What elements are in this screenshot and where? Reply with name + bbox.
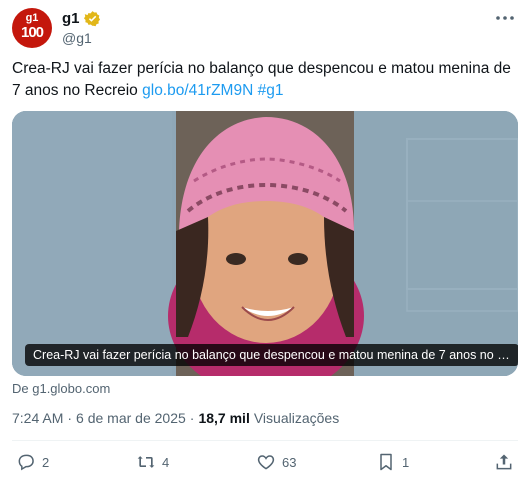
divider bbox=[12, 440, 518, 441]
bookmark-button[interactable]: 1 bbox=[376, 452, 409, 472]
media-caption: Crea-RJ vai fazer perícia no balanço que… bbox=[25, 344, 518, 366]
heart-icon bbox=[257, 455, 275, 470]
tweet-meta: 7:24 AM · 6 de mar de 2025 · 18,7 mil Vi… bbox=[12, 410, 339, 426]
avatar-logo-top: g1 bbox=[25, 12, 39, 24]
repost-count: 4 bbox=[162, 454, 170, 470]
like-button[interactable]: 63 bbox=[256, 452, 296, 472]
tweet-link[interactable]: glo.bo/41rZM9N bbox=[142, 82, 253, 99]
tweet-time[interactable]: 7:24 AM bbox=[12, 410, 63, 426]
avatar-logo-bottom: 100 bbox=[20, 24, 44, 41]
share-button[interactable] bbox=[494, 452, 514, 472]
bookmark-count: 1 bbox=[402, 454, 410, 470]
meta-separator: · bbox=[67, 410, 73, 426]
author-name-row[interactable]: g1 bbox=[62, 10, 101, 27]
more-options-icon[interactable] bbox=[494, 12, 516, 24]
link-source[interactable]: De g1.globo.com bbox=[12, 381, 110, 396]
tweet-date[interactable]: 6 de mar de 2025 bbox=[76, 410, 186, 426]
reply-count: 2 bbox=[42, 454, 50, 470]
child-photo-image bbox=[12, 111, 518, 376]
author-handle[interactable]: @g1 bbox=[62, 30, 92, 46]
avatar[interactable]: g1 100 bbox=[12, 8, 52, 48]
reply-icon bbox=[18, 454, 34, 471]
like-count: 63 bbox=[282, 454, 297, 470]
action-bar: 2 4 63 1 bbox=[12, 452, 518, 476]
repost-button[interactable]: 4 bbox=[136, 452, 169, 472]
views-count: 18,7 mil bbox=[198, 410, 250, 426]
display-name[interactable]: g1 bbox=[62, 10, 80, 27]
bookmark-icon bbox=[380, 453, 392, 471]
repost-icon bbox=[137, 456, 155, 468]
tweet-text: Crea-RJ vai fazer perícia no balanço que… bbox=[12, 58, 517, 102]
verified-badge-icon bbox=[83, 11, 100, 27]
views-label: Visualizações bbox=[253, 410, 340, 426]
share-icon bbox=[496, 454, 512, 470]
meta-separator-2: · bbox=[189, 410, 195, 426]
reply-button[interactable]: 2 bbox=[16, 452, 49, 472]
tweet-hashtag[interactable]: #g1 bbox=[258, 82, 284, 99]
link-card-image[interactable]: Crea-RJ vai fazer perícia no balanço que… bbox=[12, 111, 518, 376]
